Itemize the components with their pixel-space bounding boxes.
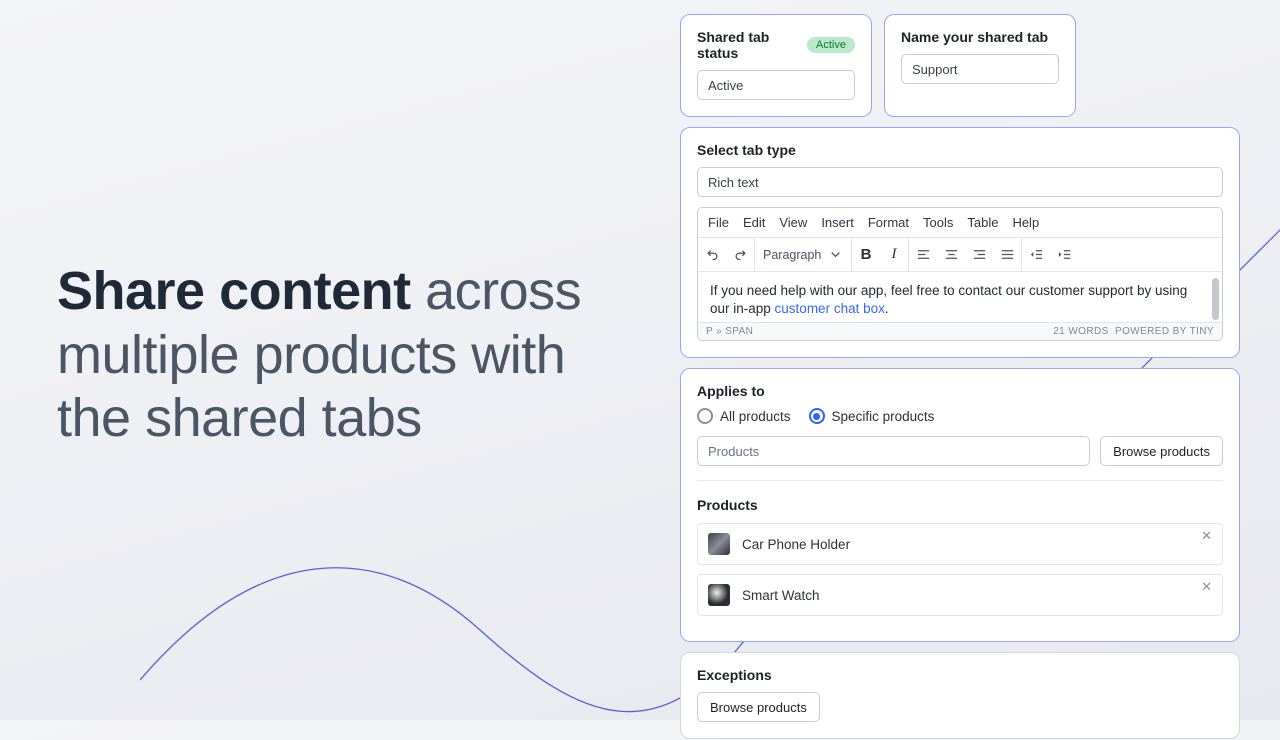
product-thumbnail (708, 533, 730, 555)
chevron-down-icon (828, 247, 843, 262)
outdent-icon[interactable] (1022, 238, 1050, 272)
product-item: Car Phone Holder ✕ (697, 523, 1223, 565)
exceptions-label: Exceptions (697, 667, 1223, 683)
hero-headline: Share content across multiple products w… (57, 260, 627, 451)
remove-product-icon[interactable]: ✕ (1201, 528, 1212, 544)
editor-content[interactable]: If you need help with our app, feel free… (698, 272, 1222, 322)
browse-products-button[interactable]: Browse products (1100, 436, 1223, 466)
status-badge: Active (807, 37, 855, 53)
name-input[interactable] (901, 54, 1059, 84)
menu-table[interactable]: Table (967, 215, 998, 230)
tab-type-label: Select tab type (697, 142, 1223, 158)
product-thumbnail (708, 584, 730, 606)
name-card: Name your shared tab (884, 14, 1076, 117)
block-format-select[interactable]: Paragraph (755, 238, 851, 272)
menu-view[interactable]: View (779, 215, 807, 230)
editor-link[interactable]: customer chat box (775, 301, 885, 316)
menu-tools[interactable]: Tools (923, 215, 953, 230)
menu-insert[interactable]: Insert (821, 215, 854, 230)
tab-type-select[interactable] (697, 167, 1223, 197)
status-card: Shared tab status Active (680, 14, 872, 117)
products-heading: Products (697, 480, 1223, 523)
menu-format[interactable]: Format (868, 215, 909, 230)
editor-wordcount: 21 WORDS (1053, 326, 1108, 337)
editor-menubar: File Edit View Insert Format Tools Table… (698, 208, 1222, 238)
indent-icon[interactable] (1050, 238, 1078, 272)
remove-product-icon[interactable]: ✕ (1201, 579, 1212, 595)
applies-to-card: Applies to All products Specific product… (680, 368, 1240, 642)
status-value-input[interactable] (697, 70, 855, 100)
rich-text-editor: File Edit View Insert Format Tools Table… (697, 207, 1223, 341)
status-label: Shared tab status (697, 29, 799, 61)
decorative-curve-bottom (140, 500, 760, 740)
align-left-icon[interactable] (909, 238, 937, 272)
menu-edit[interactable]: Edit (743, 215, 765, 230)
align-center-icon[interactable] (937, 238, 965, 272)
align-right-icon[interactable] (965, 238, 993, 272)
align-justify-icon[interactable] (993, 238, 1021, 272)
radio-icon (809, 408, 825, 424)
applies-to-label: Applies to (697, 383, 1223, 399)
editor-powered-by: POWERED BY TINY (1115, 326, 1214, 337)
menu-help[interactable]: Help (1012, 215, 1039, 230)
radio-all-products[interactable]: All products (697, 408, 791, 424)
redo-icon[interactable] (726, 238, 754, 272)
editor-element-path: P » SPAN (706, 326, 753, 337)
menu-file[interactable]: File (708, 215, 729, 230)
product-item: Smart Watch ✕ (697, 574, 1223, 616)
product-search-input[interactable] (697, 436, 1090, 466)
radio-icon (697, 408, 713, 424)
editor-scrollbar[interactable] (1212, 278, 1219, 320)
undo-icon[interactable] (698, 238, 726, 272)
tab-type-card: Select tab type File Edit View Insert Fo… (680, 127, 1240, 358)
exceptions-card: Exceptions Browse products (680, 652, 1240, 739)
product-name: Car Phone Holder (742, 537, 850, 552)
product-name: Smart Watch (742, 588, 820, 603)
exceptions-browse-button[interactable]: Browse products (697, 692, 820, 722)
radio-specific-products[interactable]: Specific products (809, 408, 935, 424)
name-label: Name your shared tab (901, 29, 1059, 45)
italic-icon[interactable]: I (880, 238, 908, 272)
bold-icon[interactable]: B (852, 238, 880, 272)
